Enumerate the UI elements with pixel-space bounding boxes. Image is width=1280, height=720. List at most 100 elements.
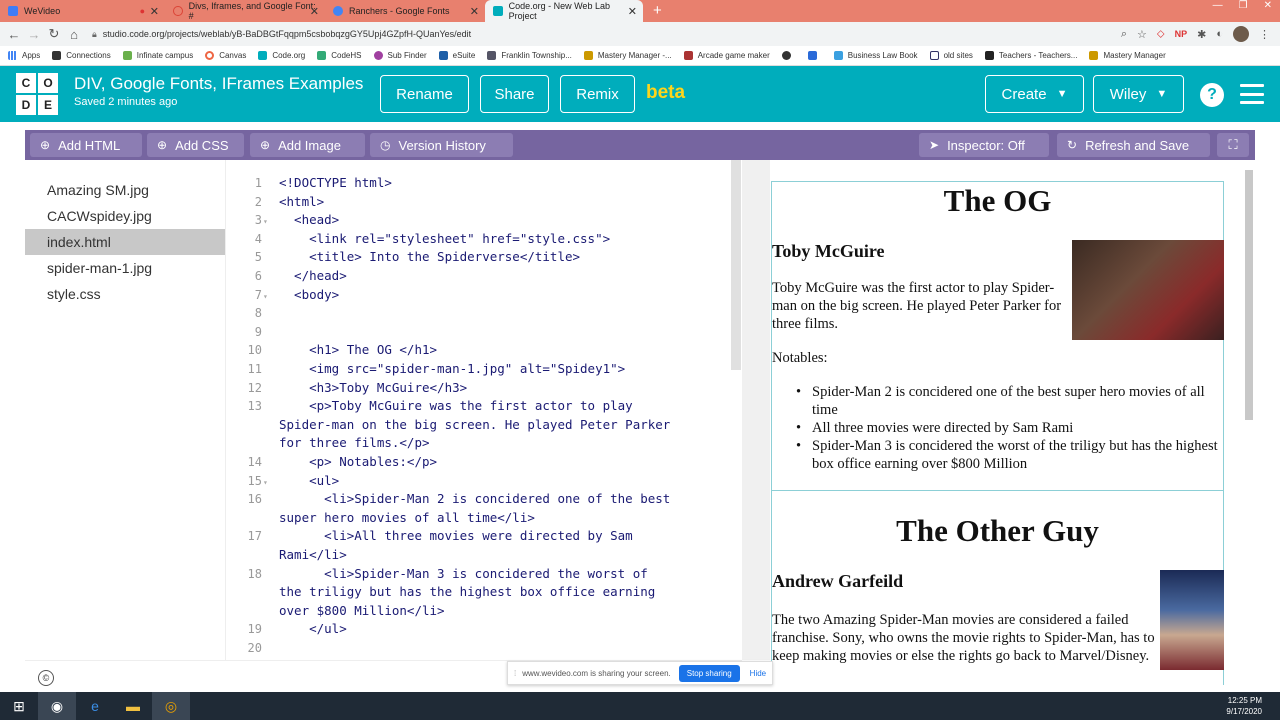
bookmark[interactable]: Canvas	[205, 51, 246, 60]
hide-button[interactable]: Hide	[750, 669, 766, 678]
bookmark[interactable]	[807, 51, 822, 60]
reload-icon[interactable]: ↻	[44, 26, 64, 42]
codeorg-logo[interactable]: C O D E	[16, 73, 58, 115]
bookmark[interactable]: Arcade game maker	[683, 51, 770, 60]
back-icon[interactable]: ←	[4, 27, 24, 42]
code-line[interactable]: <title> Into the Spiderverse</title>	[279, 248, 719, 267]
windows-start-icon[interactable]: ⊞	[0, 692, 38, 720]
code-line[interactable]: <li>Spider-Man 3 is concidered the worst…	[279, 565, 719, 621]
hamburger-menu-icon[interactable]	[1240, 84, 1264, 104]
bookmark[interactable]: Infinate campus	[122, 51, 193, 60]
plus-icon: ⊕	[260, 138, 271, 152]
bookmark[interactable]: old sites	[929, 51, 973, 60]
bookmark[interactable]: eSuite	[438, 51, 475, 60]
close-icon[interactable]: ✕	[150, 5, 159, 18]
bookmark[interactable]: Code.org	[258, 51, 305, 60]
inspector-toggle-button[interactable]: ➤ Inspector: Off	[919, 133, 1049, 157]
maximize-icon[interactable]: ❐	[1239, 0, 1248, 11]
fold-icon[interactable]: ▾	[263, 292, 268, 301]
code-line[interactable]: <html>	[279, 193, 719, 212]
tab-ranchers[interactable]: Ranchers - Google Fonts ✕	[325, 0, 485, 22]
minimize-icon[interactable]: —	[1213, 0, 1223, 11]
close-icon[interactable]: ✕	[470, 5, 479, 18]
bookmark[interactable]: Business Law Book	[833, 51, 918, 60]
extension-icon[interactable]: ⬦	[1157, 28, 1165, 41]
file-item[interactable]: style.css	[25, 281, 225, 307]
canvas-icon	[205, 51, 215, 60]
copyright-icon[interactable]: ©	[38, 670, 54, 686]
url-field[interactable]: 🔒︎ studio.code.org/projects/weblab/yB-BaD…	[92, 29, 471, 40]
bookmark[interactable]: Sub Finder	[373, 51, 427, 60]
drag-handle-icon[interactable]: ⁞	[514, 669, 516, 678]
rename-button[interactable]: Rename	[380, 75, 469, 113]
bookmark[interactable]: Teachers - Teachers...	[984, 51, 1077, 60]
user-dropdown[interactable]: Wiley ▼	[1093, 75, 1184, 113]
editor-scrollbar[interactable]	[731, 160, 741, 370]
more-icon[interactable]: ⋮	[1259, 28, 1270, 41]
bookmark[interactable]: Mastery Manager -...	[583, 51, 672, 60]
close-window-icon[interactable]: ✕	[1264, 0, 1272, 11]
code-line[interactable]: <p> Notables:</p>	[279, 453, 719, 472]
help-icon[interactable]: ?	[1200, 83, 1224, 107]
create-dropdown[interactable]: Create ▼	[985, 75, 1084, 113]
line-number: 1	[254, 176, 262, 190]
stop-sharing-button[interactable]: Stop sharing	[678, 664, 740, 682]
file-explorer-icon[interactable]: ▬	[114, 692, 152, 720]
file-item-selected[interactable]: index.html	[25, 229, 225, 255]
puzzle-icon[interactable]: ✱	[1197, 28, 1206, 41]
forward-icon[interactable]: →	[24, 27, 44, 42]
preview-scrollbar[interactable]	[1245, 170, 1253, 420]
code-line[interactable]: <!DOCTYPE html>	[279, 174, 719, 193]
add-image-button[interactable]: ⊕ Add Image	[250, 133, 365, 157]
bookmark[interactable]: Connections	[52, 51, 111, 60]
code-line[interactable]: <head>	[279, 211, 719, 230]
edge-icon[interactable]: e	[76, 692, 114, 720]
fold-icon[interactable]: ▾	[263, 478, 268, 487]
bookmark-label: Sub Finder	[387, 51, 427, 60]
fold-icon[interactable]: ▾	[263, 217, 268, 226]
share-button[interactable]: Share	[480, 75, 549, 113]
refresh-save-button[interactable]: ↻ Refresh and Save	[1057, 133, 1210, 157]
bookmark[interactable]: Mastery Manager	[1089, 51, 1166, 60]
bookmark[interactable]: CodeHS	[317, 51, 362, 60]
app-icon[interactable]: ◉	[38, 692, 76, 720]
panel-divider[interactable]	[742, 160, 770, 660]
code-line[interactable]: <h3>Toby McGuire</h3>	[279, 379, 719, 398]
avatar[interactable]	[1233, 26, 1249, 42]
code-line[interactable]: <li>Spider-Man 2 is concidered one of th…	[279, 490, 719, 527]
extension-icon[interactable]: ◐	[1216, 28, 1223, 40]
star-icon[interactable]: ☆	[1137, 28, 1147, 41]
add-css-button[interactable]: ⊕ Add CSS	[147, 133, 244, 157]
file-item[interactable]: spider-man-1.jpg	[25, 255, 225, 281]
code-line[interactable]: <p>Toby McGuire was the first actor to p…	[279, 397, 719, 453]
close-icon[interactable]: ✕	[310, 5, 319, 18]
tab-codeorg[interactable]: Code.org - New Web Lab Project ✕	[485, 0, 643, 22]
bookmark[interactable]	[781, 51, 796, 60]
code-line[interactable]: </head>	[279, 267, 719, 286]
add-html-button[interactable]: ⊕ Add HTML	[30, 133, 142, 157]
bookmark-icon	[929, 51, 939, 60]
version-history-button[interactable]: ◷ Version History	[370, 133, 513, 157]
code-line[interactable]: <link rel="stylesheet" href="style.css">	[279, 230, 719, 249]
tab-divs[interactable]: Divs, Iframes, and Google Font: # ✕	[165, 0, 325, 22]
bookmark-apps[interactable]: Apps	[8, 51, 40, 60]
tab-wevideo[interactable]: WeVideo ● ✕	[0, 0, 165, 22]
code-line[interactable]: <h1> The OG </h1>	[279, 341, 719, 360]
code-line[interactable]: </ul>	[279, 620, 719, 639]
np-extension-icon[interactable]: NP	[1175, 29, 1188, 39]
code-line[interactable]: <body>	[279, 286, 719, 305]
code-editor[interactable]: 1 2 3 ▾ 4 5 6 7 ▾ 8 9 10 11 12 13 14 15 ▾ 16 17 18 19 20 <!DOC…	[225, 160, 742, 660]
close-icon[interactable]: ✕	[628, 5, 637, 18]
home-icon[interactable]: ⌂	[64, 27, 84, 42]
fullscreen-icon[interactable]: ⛶	[1217, 133, 1249, 157]
code-line[interactable]: <li>All three movies were directed by Sa…	[279, 527, 719, 564]
code-line[interactable]: <img src="spider-man-1.jpg" alt="Spidey1…	[279, 360, 719, 379]
bookmark[interactable]: Franklin Township...	[487, 51, 572, 60]
code-line[interactable]: <ul>	[279, 472, 719, 491]
search-icon[interactable]: ⌕	[1121, 28, 1127, 41]
new-tab-icon[interactable]: +	[653, 0, 662, 22]
file-item[interactable]: CACWspidey.jpg	[25, 203, 225, 229]
file-item[interactable]: Amazing SM.jpg	[25, 177, 225, 203]
remix-button[interactable]: Remix	[560, 75, 635, 113]
chrome-icon[interactable]: ◎	[152, 692, 190, 720]
